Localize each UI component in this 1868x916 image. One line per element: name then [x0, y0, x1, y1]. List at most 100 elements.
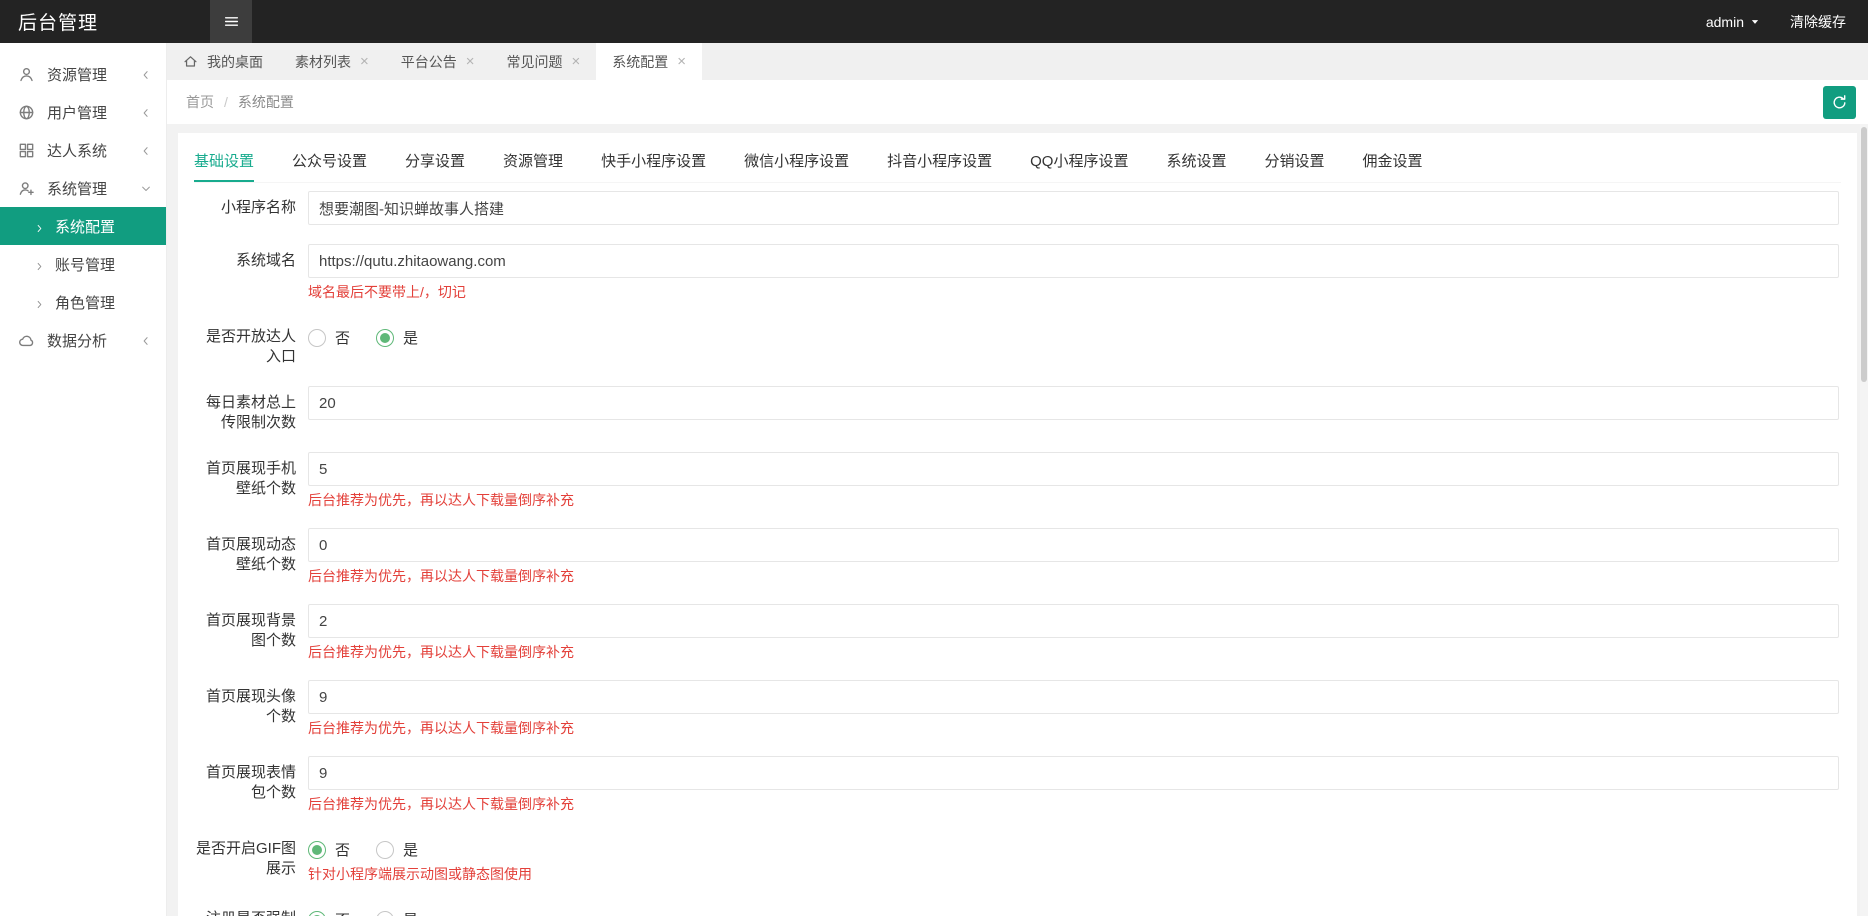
collapse-menu-button[interactable]: [210, 0, 252, 43]
radio-label: 否: [335, 842, 351, 859]
arrow-right-icon: [34, 221, 45, 232]
settings-tab-5[interactable]: 微信小程序设置: [744, 143, 849, 182]
radio-checked-icon[interactable]: [308, 910, 326, 916]
field-input-5[interactable]: [308, 528, 1839, 562]
tab-label: 常见问题: [506, 53, 563, 70]
tab-label: 素材列表: [295, 53, 351, 70]
field: 后台推荐为优先，再以达人下载量倒序补充: [308, 756, 1839, 813]
sidebar-item-label: 用户管理: [47, 104, 108, 122]
hamburger-icon: [223, 13, 240, 30]
radio-unchecked-icon[interactable]: [376, 910, 395, 916]
cloud-icon: [18, 332, 35, 349]
globe-icon: [18, 104, 35, 121]
field: 后台推荐为优先，再以达人下载量倒序补充: [308, 452, 1839, 509]
field-hint: 域名最后不要带上/，切记: [308, 284, 466, 300]
topbar-right: admin 清除缓存: [1706, 12, 1868, 32]
radio-option-2-1[interactable]: 是: [376, 327, 418, 348]
settings-tab-9[interactable]: 分销设置: [1264, 143, 1324, 182]
radio-label: 否: [335, 909, 350, 916]
app-frame: 资源管理 用户管理 达人系统 系统管理 系统配置 账号管理 角色管理 数据分析 我的桌面 素材列…: [0, 43, 1868, 916]
chevron-left-icon: [140, 68, 152, 80]
radio-label: 是: [403, 842, 419, 859]
refresh-button[interactable]: [1823, 85, 1856, 119]
tab-0[interactable]: 我的桌面: [167, 43, 279, 80]
settings-tab-6[interactable]: 抖音小程序设置: [887, 143, 992, 182]
field-hint: 后台推荐为优先，再以达人下载量倒序补充: [308, 644, 574, 660]
settings-tab-2[interactable]: 分享设置: [405, 143, 465, 182]
field-input-6[interactable]: [308, 604, 1839, 638]
settings-tab-3[interactable]: 资源管理: [503, 143, 563, 182]
refresh-icon: [1831, 94, 1848, 111]
form-row-9: 是否开启GIF图 展示否是针对小程序端展示动图或静态图使用: [194, 832, 1841, 883]
breadcrumb-home[interactable]: 首页: [186, 92, 214, 112]
field-hint: 后台推荐为优先，再以达人下载量倒序补充: [308, 796, 574, 812]
field-label: 首页展现手机 壁纸个数: [205, 460, 296, 497]
tab-1[interactable]: 素材列表 ×: [279, 43, 385, 80]
radio-option-2-0[interactable]: 否: [308, 327, 350, 348]
settings-tab-7[interactable]: QQ小程序设置: [1030, 143, 1128, 182]
radio-checked-icon[interactable]: [308, 840, 326, 859]
radio-unchecked-icon[interactable]: [376, 840, 395, 859]
sidebar-item-2[interactable]: 达人系统: [0, 131, 166, 169]
sidebar-subitem-3-0[interactable]: 系统配置: [0, 207, 166, 245]
clear-cache-button[interactable]: 清除缓存: [1790, 12, 1846, 32]
form-row-3: 每日素材总上 传限制次数: [194, 386, 1841, 433]
close-icon[interactable]: ×: [677, 54, 686, 69]
window-tabbar: 我的桌面 素材列表 × 平台公告 × 常见问题 × 系统配置 ×: [167, 43, 1868, 80]
field-input-8[interactable]: [308, 756, 1839, 790]
radio-option-10-1[interactable]: 是: [376, 909, 418, 916]
settings-tab-0[interactable]: 基础设置: [194, 143, 255, 182]
field-input-0[interactable]: [308, 191, 1839, 225]
close-icon[interactable]: ×: [466, 54, 475, 69]
username: admin: [1705, 13, 1744, 30]
chevron-left-icon: [140, 144, 152, 156]
tab-label: 系统配置: [612, 53, 669, 70]
radio-option-10-0[interactable]: 否: [308, 909, 350, 916]
field-input-4[interactable]: [308, 452, 1839, 486]
tab-3[interactable]: 常见问题 ×: [491, 43, 597, 80]
content: 基础设置 公众号设置 分享设置 资源管理 快手小程序设置 微信小程序设置 抖音小程序设置 QQ…: [167, 124, 1868, 916]
caret-down-icon: [1750, 17, 1760, 27]
close-icon[interactable]: ×: [360, 54, 369, 69]
field-label: 每日素材总上 传限制次数: [205, 394, 296, 431]
radio-group-10: 否是: [308, 902, 1839, 916]
settings-tab-4[interactable]: 快手小程序设置: [601, 143, 706, 182]
sidebar-item-3[interactable]: 系统管理: [0, 169, 166, 207]
field-input-7[interactable]: [308, 680, 1839, 714]
radio-checked-icon[interactable]: [376, 328, 395, 347]
sidebar-subitem-3-1[interactable]: 账号管理: [0, 245, 166, 283]
sidebar-item-4[interactable]: 数据分析: [0, 321, 166, 359]
settings-tab-10[interactable]: 佣金设置: [1362, 143, 1422, 182]
radio-option-9-1[interactable]: 是: [376, 839, 418, 860]
sidebar-item-0[interactable]: 资源管理: [0, 55, 166, 93]
field-input-3[interactable]: [308, 386, 1839, 420]
sidebar-item-1[interactable]: 用户管理: [0, 93, 166, 131]
settings-tab-8[interactable]: 系统设置: [1166, 143, 1226, 182]
field-label: 首页展现动态 壁纸个数: [205, 536, 296, 573]
close-icon[interactable]: ×: [572, 54, 581, 69]
tab-4[interactable]: 系统配置 ×: [596, 43, 703, 80]
main-area: 我的桌面 素材列表 × 平台公告 × 常见问题 × 系统配置 × 首页 / 系统配置 基础设置公…: [167, 43, 1868, 916]
scrollbar-thumb[interactable]: [1861, 127, 1867, 382]
sidebar-item-label: 数据分析: [47, 332, 108, 350]
scrollbar[interactable]: [1860, 124, 1868, 916]
field: 后台推荐为优先，再以达人下载量倒序补充: [308, 528, 1839, 585]
chevron-down-icon: [140, 182, 152, 194]
field-input-1[interactable]: [308, 244, 1839, 278]
field-label: 小程序名称: [220, 199, 296, 216]
radio-label: 是: [403, 330, 419, 347]
user-menu[interactable]: admin: [1706, 14, 1760, 30]
field-label: 首页展现表情 包个数: [205, 764, 296, 801]
radio-option-9-0[interactable]: 否: [308, 839, 350, 860]
app-title: 后台管理: [18, 13, 99, 34]
radio-unchecked-icon[interactable]: [308, 328, 326, 347]
field: 否是针对小程序端展示动图或静态图使用: [308, 832, 1839, 883]
settings-tab-1[interactable]: 公众号设置: [292, 143, 367, 182]
tab-2[interactable]: 平台公告 ×: [385, 43, 491, 80]
sidebar-subitem-3-2[interactable]: 角色管理: [0, 283, 166, 321]
arrow-right-icon: [34, 297, 45, 308]
sidebar-item-label: 系统管理: [47, 180, 108, 198]
form-row-5: 首页展现动态 壁纸个数后台推荐为优先，再以达人下载量倒序补充: [194, 528, 1841, 585]
form-row-4: 首页展现手机 壁纸个数后台推荐为优先，再以达人下载量倒序补充: [194, 452, 1841, 509]
field-label: 注册是否强制 填写邀请码: [194, 902, 296, 916]
